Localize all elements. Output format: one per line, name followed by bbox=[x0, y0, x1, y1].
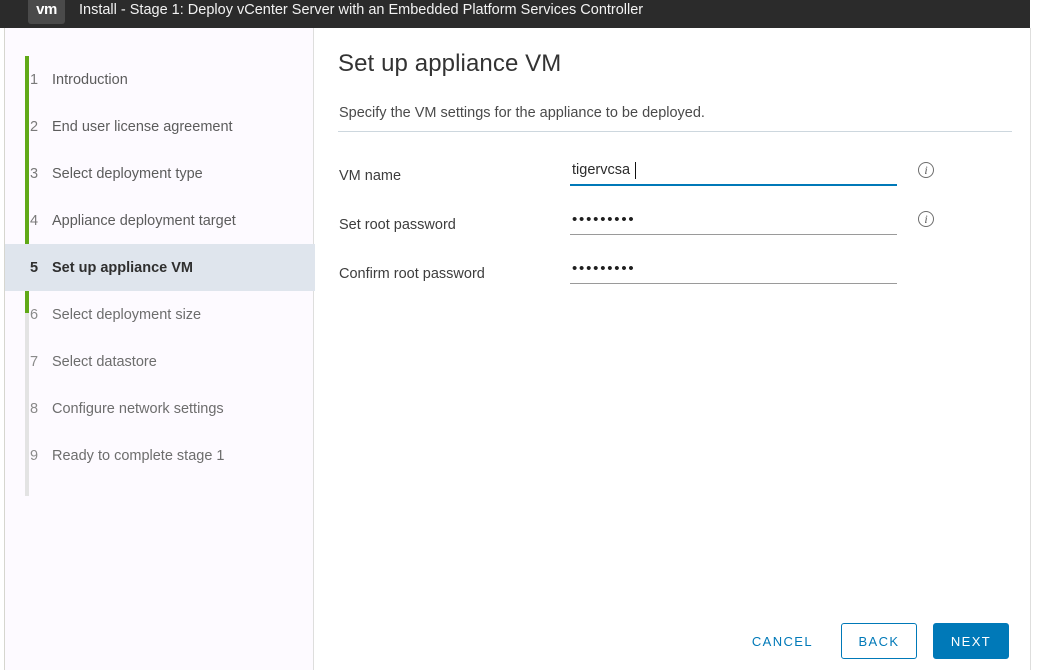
installer-window: vm Install - Stage 1: Deploy vCenter Ser… bbox=[0, 0, 1037, 670]
wizard-sidebar: 1 Introduction 2 End user license agreem… bbox=[4, 28, 314, 670]
back-button[interactable]: BACK bbox=[841, 623, 917, 659]
step-number: 1 bbox=[30, 72, 52, 88]
step-number: 5 bbox=[30, 260, 52, 276]
step-label: Set up appliance VM bbox=[52, 260, 193, 276]
step-label: Select datastore bbox=[52, 354, 157, 370]
step-label: Configure network settings bbox=[52, 401, 224, 417]
wizard-step-list: 1 Introduction 2 End user license agreem… bbox=[5, 56, 315, 479]
sidebar-item-end-user-license-agreement[interactable]: 2 End user license agreement bbox=[5, 103, 315, 150]
info-circle-icon[interactable]: i bbox=[918, 211, 934, 227]
vmware-logo-icon: vm bbox=[28, 0, 65, 24]
sidebar-item-select-datastore[interactable]: 7 Select datastore bbox=[5, 338, 315, 385]
set-root-password-label: Set root password bbox=[339, 217, 456, 233]
step-number: 7 bbox=[30, 354, 52, 370]
step-label: Ready to complete stage 1 bbox=[52, 448, 225, 464]
step-label: End user license agreement bbox=[52, 119, 233, 135]
sidebar-item-appliance-deployment-target[interactable]: 4 Appliance deployment target bbox=[5, 197, 315, 244]
info-circle-icon[interactable]: i bbox=[918, 162, 934, 178]
vm-name-label: VM name bbox=[339, 168, 401, 184]
text-caret bbox=[635, 162, 636, 179]
form-row-vm-name: VM name i bbox=[315, 161, 1031, 210]
sidebar-item-select-deployment-type[interactable]: 3 Select deployment type bbox=[5, 150, 315, 197]
form-row-set-root-password: Set root password i bbox=[315, 210, 1031, 259]
form-row-confirm-root-password: Confirm root password bbox=[315, 259, 1031, 308]
sidebar-item-select-deployment-size[interactable]: 6 Select deployment size bbox=[5, 291, 315, 338]
step-label: Select deployment type bbox=[52, 166, 203, 182]
window-title: Install - Stage 1: Deploy vCenter Server… bbox=[79, 2, 643, 18]
next-button[interactable]: NEXT bbox=[933, 623, 1009, 659]
sidebar-item-configure-network-settings[interactable]: 8 Configure network settings bbox=[5, 385, 315, 432]
confirm-root-password-label: Confirm root password bbox=[339, 266, 485, 282]
title-bar: vm Install - Stage 1: Deploy vCenter Ser… bbox=[0, 0, 1030, 28]
step-number: 4 bbox=[30, 213, 52, 229]
step-label: Introduction bbox=[52, 72, 128, 88]
page-subtitle: Specify the VM settings for the applianc… bbox=[339, 105, 705, 121]
header-divider bbox=[338, 131, 1012, 132]
appliance-vm-form: VM name i Set root password i Confirm ro… bbox=[315, 161, 1031, 308]
sidebar-item-set-up-appliance-vm[interactable]: 5 Set up appliance VM bbox=[5, 244, 315, 291]
step-label: Appliance deployment target bbox=[52, 213, 236, 229]
sidebar-item-introduction[interactable]: 1 Introduction bbox=[5, 56, 315, 103]
cancel-button[interactable]: CANCEL bbox=[742, 626, 823, 657]
step-label: Select deployment size bbox=[52, 307, 201, 323]
confirm-root-password-input[interactable] bbox=[570, 259, 897, 284]
step-number: 3 bbox=[30, 166, 52, 182]
wizard-footer: CANCEL BACK NEXT bbox=[315, 621, 1031, 661]
step-number: 2 bbox=[30, 119, 52, 135]
vm-name-input[interactable] bbox=[570, 161, 897, 186]
set-root-password-input[interactable] bbox=[570, 210, 897, 235]
step-number: 8 bbox=[30, 401, 52, 417]
page-title: Set up appliance VM bbox=[338, 50, 561, 78]
main-content: Set up appliance VM Specify the VM setti… bbox=[315, 28, 1031, 670]
step-number: 6 bbox=[30, 307, 52, 323]
sidebar-item-ready-to-complete-stage-1[interactable]: 9 Ready to complete stage 1 bbox=[5, 432, 315, 479]
step-number: 9 bbox=[30, 448, 52, 464]
